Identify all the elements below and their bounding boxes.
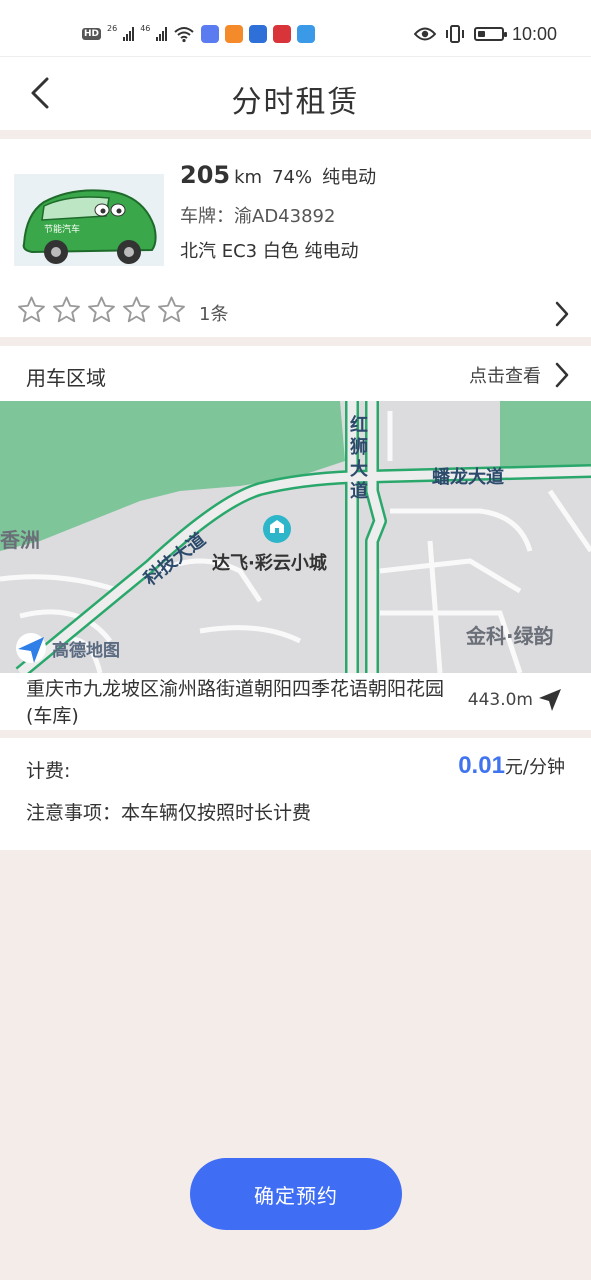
fee-section: 计费: 0.01 元/分钟 注意事项：本车辆仅按照时长计费 [0, 738, 591, 850]
range-unit: km [234, 167, 263, 188]
fee-label: 计费: [26, 760, 71, 782]
distance: 443.0m [467, 690, 533, 710]
music-app-icon [201, 25, 220, 43]
map-canvas: 红 狮 大 道 蟠龙大道 科技大道 达飞·彩云小城 香洲 金科·绿韵 高德地图 [0, 401, 591, 673]
poi-marker-icon [263, 515, 291, 543]
chevron-right-icon[interactable] [553, 299, 571, 329]
navigation-arrow-icon[interactable] [537, 687, 563, 713]
review-count: 1条 [199, 304, 229, 325]
battery-percent: 74% [272, 167, 313, 188]
road-label-panlong: 蟠龙大道 [432, 466, 504, 488]
eye-icon [413, 27, 436, 41]
vehicle-card[interactable]: 节能汽车 205 km 74% 纯电动 车牌：渝AD43892 北汽 EC3 白… [0, 139, 591, 337]
star-icon [88, 296, 115, 323]
status-bar: HD 26 46 10:00 [0, 0, 591, 56]
browser-app-icon [249, 25, 268, 43]
reader-app-icon [273, 25, 292, 43]
poi-label: 达飞·彩云小城 [212, 552, 327, 574]
signal-icon [123, 27, 135, 41]
star-icon [158, 296, 185, 323]
fee-price: 0.01 [458, 752, 505, 779]
energy-type: 纯电动 [322, 167, 377, 188]
plate-number: 车牌：渝AD43892 [180, 206, 336, 227]
network-type-2: 46 [140, 23, 151, 33]
status-time: 10:00 [511, 23, 557, 44]
confirm-reservation-button[interactable]: 确定预约 [190, 1158, 402, 1230]
view-area-link[interactable]: 点击查看 [469, 362, 541, 388]
notice-text: 注意事项：本车辆仅按照时长计费 [26, 802, 312, 824]
area-section: 用车区域 点击查看 红 狮 大 道 蟠龙大道 科技大道 达飞·彩云小城 香洲 金… [0, 346, 591, 730]
area-title: 用车区域 [26, 366, 106, 390]
vibrate-icon [445, 25, 464, 43]
network-type-1: 26 [107, 23, 118, 33]
status-right: 10:00 [413, 22, 557, 46]
star-icon [123, 296, 150, 323]
range-value: 205 [180, 161, 231, 189]
fee-value: 0.01 元/分钟 [458, 752, 565, 780]
address-text: 重庆市九龙坡区渝州路街道朝阳四季花语朝阳花园(车库) [26, 678, 445, 727]
video-app-icon [225, 25, 244, 43]
page-title: 分时租赁 [231, 85, 360, 120]
car-image: 节能汽车 [14, 174, 164, 266]
map-view[interactable]: 红 狮 大 道 蟠龙大道 科技大道 达飞·彩云小城 香洲 金科·绿韵 高德地图 [0, 401, 591, 673]
amap-logo-icon [16, 633, 46, 663]
amap-logo-text: 高德地图 [52, 640, 120, 661]
status-left: HD 26 46 [82, 22, 316, 46]
star-icon [18, 296, 45, 323]
chevron-right-icon[interactable] [553, 360, 571, 390]
signal-icon-2 [156, 27, 168, 41]
gallery-app-icon [297, 25, 316, 43]
area-header[interactable]: 用车区域 点击查看 [0, 346, 591, 402]
area-label-right: 金科·绿韵 [465, 624, 554, 648]
car-caption: 节能汽车 [44, 223, 80, 235]
hd-badge: HD [82, 28, 102, 40]
area-label-left: 香洲 [0, 528, 40, 552]
wifi-icon [174, 27, 195, 43]
vehicle-model: 北汽 EC3 白色 纯电动 [180, 241, 359, 262]
battery-icon [473, 27, 507, 41]
star-icon [53, 296, 80, 323]
header: 分时租赁 [0, 56, 591, 130]
range-line: 205 km 74% 纯电动 [180, 161, 376, 189]
address-row[interactable]: 重庆市九龙坡区渝州路街道朝阳四季花语朝阳花园(车库) 443.0m [0, 673, 591, 730]
fee-unit: 元/分钟 [504, 757, 565, 778]
rating-row[interactable]: 1条 [16, 295, 228, 325]
